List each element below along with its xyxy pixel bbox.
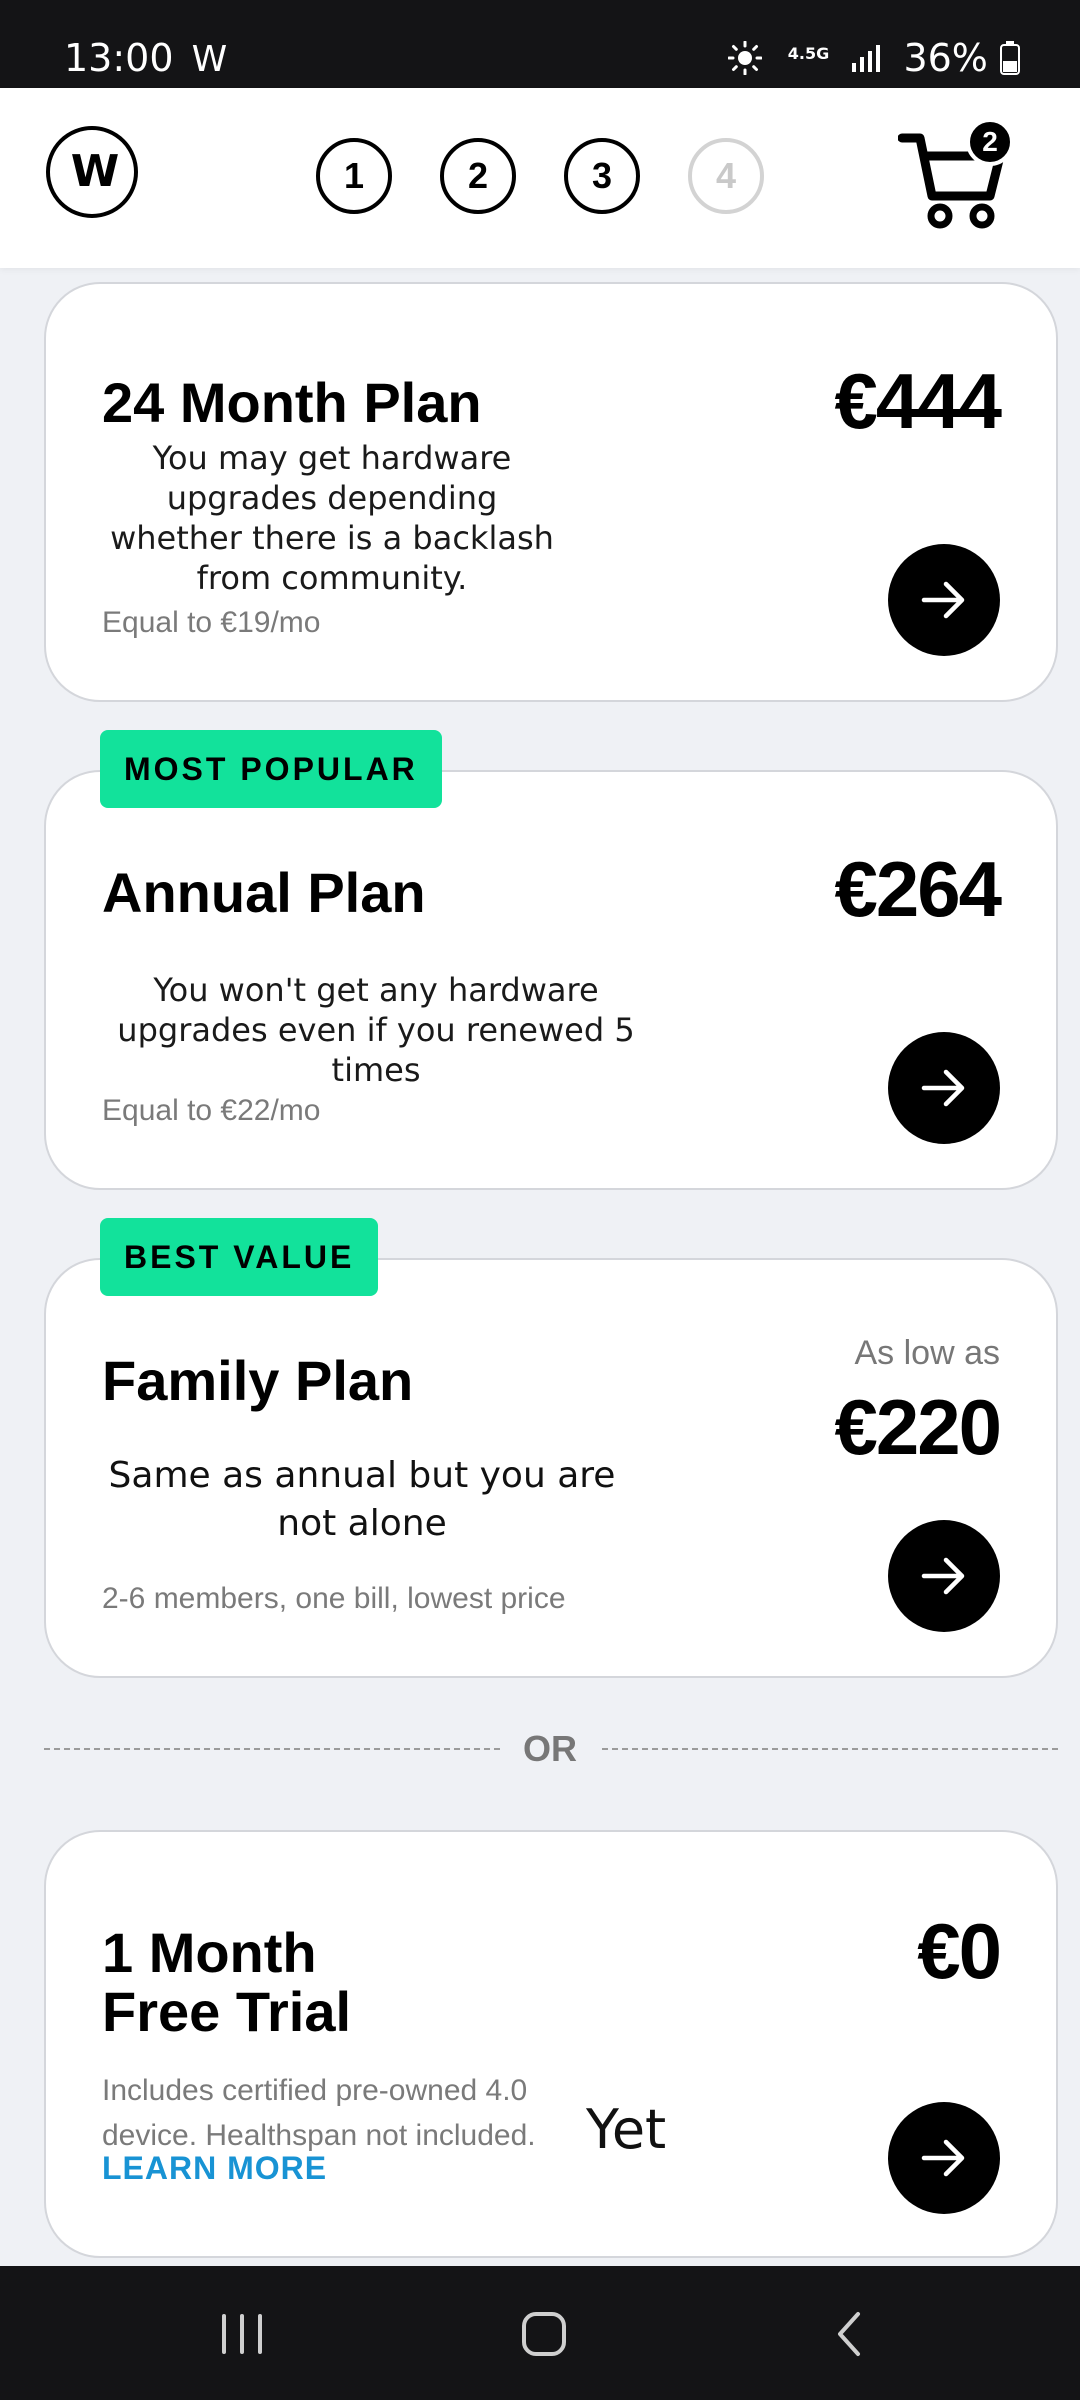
- signal-icon: [852, 45, 881, 72]
- select-plan-button[interactable]: [888, 1520, 1000, 1632]
- plan-title: Family Plan: [102, 1349, 414, 1412]
- battery-icon: [1000, 41, 1020, 75]
- plan-description: You may get hardware upgrades depending …: [110, 439, 554, 597]
- plan-description: Same as annual but you are not alone: [108, 1455, 616, 1544]
- select-plan-button[interactable]: [888, 2102, 1000, 2214]
- arrow-right-icon: [921, 2139, 965, 2177]
- step-1[interactable]: 1: [316, 138, 392, 214]
- step-2[interactable]: 2: [440, 138, 516, 214]
- status-indicators: 4.5G 36%: [727, 36, 1020, 80]
- cart-count-badge: 2: [966, 118, 1014, 166]
- trial-price: €0: [917, 1907, 1002, 1995]
- brand-logo[interactable]: W: [46, 126, 138, 218]
- plan-description: You won't get any hardware upgrades even…: [117, 971, 635, 1089]
- select-plan-button[interactable]: [888, 1032, 1000, 1144]
- trial-title-line1: 1 Month: [102, 1921, 317, 1984]
- plan-price: €444: [834, 357, 1002, 445]
- plan-price: €220: [834, 1383, 1002, 1471]
- trial-title-line2: Free Trial: [102, 1979, 352, 2043]
- plan-card-free-trial[interactable]: 1 Month Free Trial €0 Includes certified…: [44, 1830, 1058, 2258]
- plan-price: €264: [834, 845, 1002, 933]
- step-3[interactable]: 3: [564, 138, 640, 214]
- price-prefix: As low as: [854, 1334, 1001, 1372]
- system-nav-bar: [0, 2266, 1080, 2400]
- divider-line-left: [44, 1748, 500, 1750]
- step-4: 4: [688, 138, 764, 214]
- plan-card-24-month[interactable]: 24 Month Plan €444 You may get hardware …: [44, 282, 1058, 702]
- status-bar: 13:00 W 4.5G 36%: [0, 0, 1080, 88]
- battery-percent: 36%: [903, 36, 988, 80]
- home-icon[interactable]: [520, 2310, 568, 2358]
- select-plan-button[interactable]: [888, 544, 1000, 656]
- arrow-right-icon: [921, 1557, 965, 1595]
- learn-more-link[interactable]: LEARN MORE: [102, 2150, 327, 2187]
- plan-title: 24 Month Plan: [102, 371, 482, 434]
- plan-card-family[interactable]: Family Plan As low as €220 Same as annua…: [44, 1258, 1058, 1678]
- network-type: 4.5G: [787, 44, 830, 63]
- arrow-right-icon: [921, 581, 965, 619]
- brightness-icon: [727, 40, 763, 76]
- trial-title: 1 Month Free Trial: [102, 1921, 352, 2043]
- status-time: 13:00 W: [64, 36, 228, 80]
- arrow-right-icon: [921, 1069, 965, 1107]
- most-popular-tag: MOST POPULAR: [100, 730, 442, 808]
- plan-monthly-price: Equal to €22/mo: [102, 1094, 321, 1127]
- recent-apps-icon[interactable]: [218, 2312, 266, 2356]
- back-icon[interactable]: [826, 2310, 874, 2358]
- overlay-text-yet: Yet: [586, 2098, 667, 2161]
- plan-title: Annual Plan: [102, 861, 426, 924]
- plan-members-info: 2-6 members, one bill, lowest price: [102, 1582, 566, 1615]
- app-header: W 1 2 3 4 2: [0, 88, 1080, 268]
- trial-description: Includes certified pre-owned 4.0 device.…: [102, 2074, 536, 2152]
- plan-card-annual[interactable]: Annual Plan €264 You won't get any hardw…: [44, 770, 1058, 1190]
- plan-monthly-price: Equal to €19/mo: [102, 606, 321, 639]
- divider-or: OR: [523, 1728, 577, 1769]
- best-value-tag: BEST VALUE: [100, 1218, 379, 1296]
- carrier-icon: W: [191, 39, 228, 80]
- divider-line-right: [602, 1748, 1058, 1750]
